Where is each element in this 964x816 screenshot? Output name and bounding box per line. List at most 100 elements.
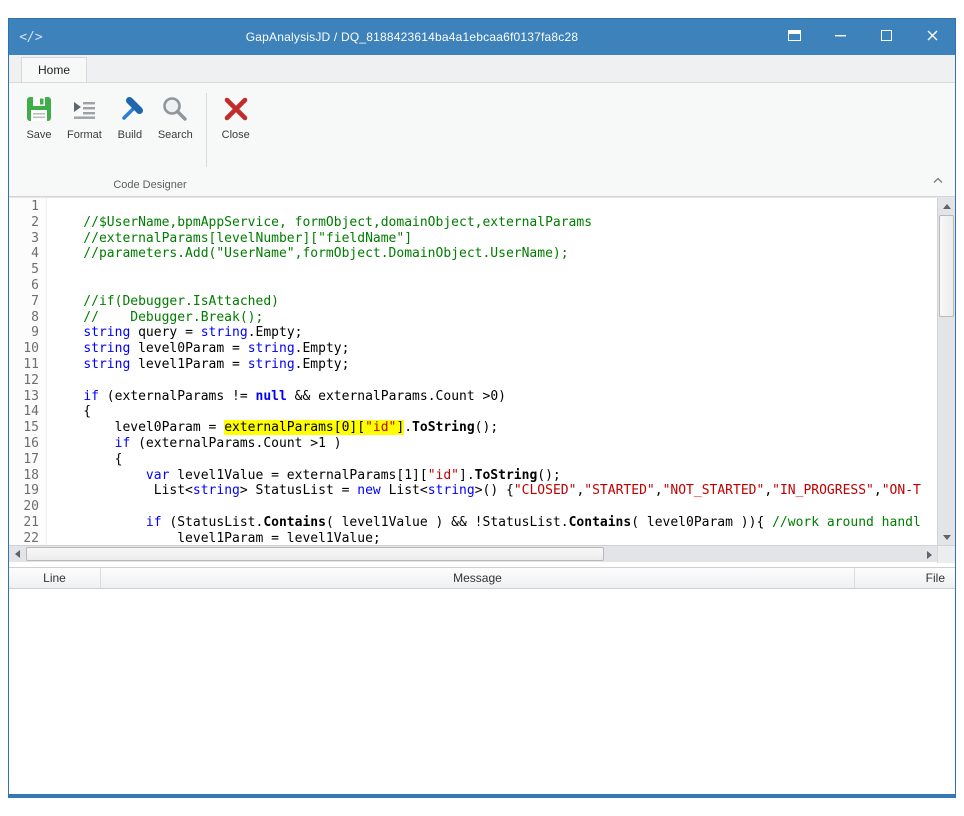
code-line[interactable]: if (externalParams != null && externalPa… bbox=[52, 389, 937, 405]
app-icon[interactable]: </> bbox=[9, 30, 53, 45]
scroll-down-arrow[interactable] bbox=[938, 529, 955, 545]
code-line[interactable]: level0Param = externalParams[0]["id"].To… bbox=[52, 420, 937, 436]
close-window-button[interactable] bbox=[909, 19, 955, 55]
line-number: 8 bbox=[31, 309, 39, 325]
code-line[interactable] bbox=[52, 262, 937, 278]
line-number: 10 bbox=[23, 341, 39, 357]
column-header-file[interactable]: File bbox=[855, 568, 955, 588]
code-line[interactable]: List<string> StatusList = new List<strin… bbox=[52, 483, 937, 499]
code-line[interactable]: string level1Param = string.Empty; bbox=[52, 357, 937, 373]
code-line[interactable]: if (StatusList.Contains( level1Value ) &… bbox=[52, 515, 937, 531]
format-label: Format bbox=[67, 129, 102, 141]
window-mode-icon bbox=[787, 28, 801, 46]
floppy-disk-icon bbox=[24, 94, 54, 124]
line-number: 4 bbox=[31, 246, 39, 262]
search-button[interactable]: Search bbox=[152, 91, 199, 144]
line-number: 7 bbox=[31, 293, 39, 309]
code-line[interactable] bbox=[52, 499, 937, 515]
code-line[interactable] bbox=[52, 199, 937, 215]
code-line[interactable] bbox=[52, 373, 937, 389]
line-number: 3 bbox=[31, 230, 39, 246]
code-line[interactable]: { bbox=[52, 452, 937, 468]
minimize-icon bbox=[834, 28, 846, 46]
editor-gutter: 1 2 3 4 5 6 7 8 9 10 11 12 13 14 15 16 17 18 19 20 21 22 bbox=[9, 198, 47, 545]
triangle-down-icon bbox=[942, 534, 951, 540]
line-number: 20 bbox=[23, 499, 39, 515]
triangle-left-icon bbox=[14, 550, 20, 558]
line-number: 13 bbox=[23, 388, 39, 404]
line-number: 21 bbox=[23, 514, 39, 530]
triangle-right-icon bbox=[926, 550, 932, 559]
ribbon: Save Format Build Search Close Code Desi… bbox=[9, 83, 955, 197]
close-label: Close bbox=[221, 129, 250, 141]
code-line[interactable]: string level0Param = string.Empty; bbox=[52, 341, 937, 357]
hammer-icon bbox=[115, 94, 145, 124]
code-line[interactable]: //$UserName,bpmAppService, formObject,do… bbox=[52, 215, 937, 231]
chevron-up-icon bbox=[933, 171, 943, 188]
error-list-header: Line Message File bbox=[9, 567, 955, 589]
titlebar: </> GapAnalysisJD / DQ_8188423614ba4a1eb… bbox=[9, 19, 955, 55]
line-number: 16 bbox=[23, 435, 39, 451]
line-number: 2 bbox=[31, 214, 39, 230]
maximize-icon bbox=[880, 28, 892, 46]
ribbon-separator bbox=[205, 93, 207, 167]
scroll-up-arrow[interactable] bbox=[938, 198, 955, 214]
close-icon bbox=[927, 28, 938, 46]
code-line[interactable] bbox=[52, 278, 937, 294]
vertical-scrollbar[interactable] bbox=[937, 198, 955, 545]
horizontal-scroll-thumb[interactable] bbox=[26, 547, 604, 561]
code-line[interactable]: // Debugger.Break(); bbox=[52, 310, 937, 326]
window-controls bbox=[771, 19, 955, 55]
line-number: 5 bbox=[31, 262, 39, 278]
maximize-button[interactable] bbox=[863, 19, 909, 55]
line-number: 1 bbox=[31, 199, 39, 214]
line-number: 6 bbox=[31, 277, 39, 293]
format-lines-icon bbox=[69, 94, 99, 124]
code-line[interactable]: { bbox=[52, 404, 937, 420]
line-number: 19 bbox=[23, 483, 39, 499]
tab-home-label: Home bbox=[38, 63, 71, 77]
build-button[interactable]: Build bbox=[108, 91, 152, 144]
scroll-left-arrow[interactable] bbox=[9, 546, 25, 563]
code-line[interactable]: level1Param = level1Value; bbox=[52, 531, 937, 545]
app-window: </> GapAnalysisJD / DQ_8188423614ba4a1eb… bbox=[8, 18, 956, 798]
code-line[interactable]: //externalParams[levelNumber]["fieldName… bbox=[52, 231, 937, 247]
tab-home[interactable]: Home bbox=[21, 57, 88, 82]
format-button[interactable]: Format bbox=[61, 91, 108, 144]
triangle-up-icon bbox=[942, 203, 951, 209]
close-button[interactable]: Close bbox=[214, 91, 258, 144]
code-line[interactable]: if (externalParams.Count >1 ) bbox=[52, 436, 937, 452]
save-button[interactable]: Save bbox=[17, 91, 61, 144]
window-mode-button[interactable] bbox=[771, 19, 817, 55]
magnifier-icon bbox=[160, 94, 190, 124]
line-number: 15 bbox=[23, 420, 39, 436]
search-label: Search bbox=[157, 129, 193, 141]
line-number: 22 bbox=[23, 530, 39, 545]
minimize-button[interactable] bbox=[817, 19, 863, 55]
code-line[interactable]: //if(Debugger.IsAttached) bbox=[52, 294, 937, 310]
build-label: Build bbox=[117, 129, 143, 141]
column-header-line[interactable]: Line bbox=[9, 568, 101, 588]
vertical-scroll-thumb[interactable] bbox=[939, 215, 954, 317]
ribbon-tab-row: Home bbox=[9, 55, 955, 83]
column-header-message[interactable]: Message bbox=[101, 568, 855, 588]
line-number: 11 bbox=[23, 356, 39, 372]
horizontal-scrollbar[interactable] bbox=[9, 545, 955, 563]
code-line[interactable]: string query = string.Empty; bbox=[52, 325, 937, 341]
save-label: Save bbox=[26, 129, 52, 141]
red-x-icon bbox=[221, 94, 251, 124]
scrollbar-corner bbox=[937, 546, 955, 563]
window-title: GapAnalysisJD / DQ_8188423614ba4a1ebcaa6… bbox=[245, 30, 579, 44]
ribbon-group-label: Code Designer bbox=[113, 179, 187, 191]
ribbon-collapse-button[interactable] bbox=[933, 171, 943, 189]
code-editor: 1 2 3 4 5 6 7 8 9 10 11 12 13 14 15 16 17 18 19 20 21 22 //$U… bbox=[9, 197, 955, 545]
scroll-right-arrow[interactable] bbox=[921, 546, 937, 563]
code-line[interactable]: //parameters.Add("UserName",formObject.D… bbox=[52, 246, 937, 262]
error-list-body bbox=[9, 589, 955, 794]
editor-code[interactable]: //$UserName,bpmAppService, formObject,do… bbox=[47, 198, 937, 545]
line-number: 17 bbox=[23, 451, 39, 467]
line-number: 18 bbox=[23, 467, 39, 483]
line-number: 14 bbox=[23, 404, 39, 420]
code-line[interactable]: var level1Value = externalParams[1]["id"… bbox=[52, 468, 937, 484]
line-number: 9 bbox=[31, 325, 39, 341]
